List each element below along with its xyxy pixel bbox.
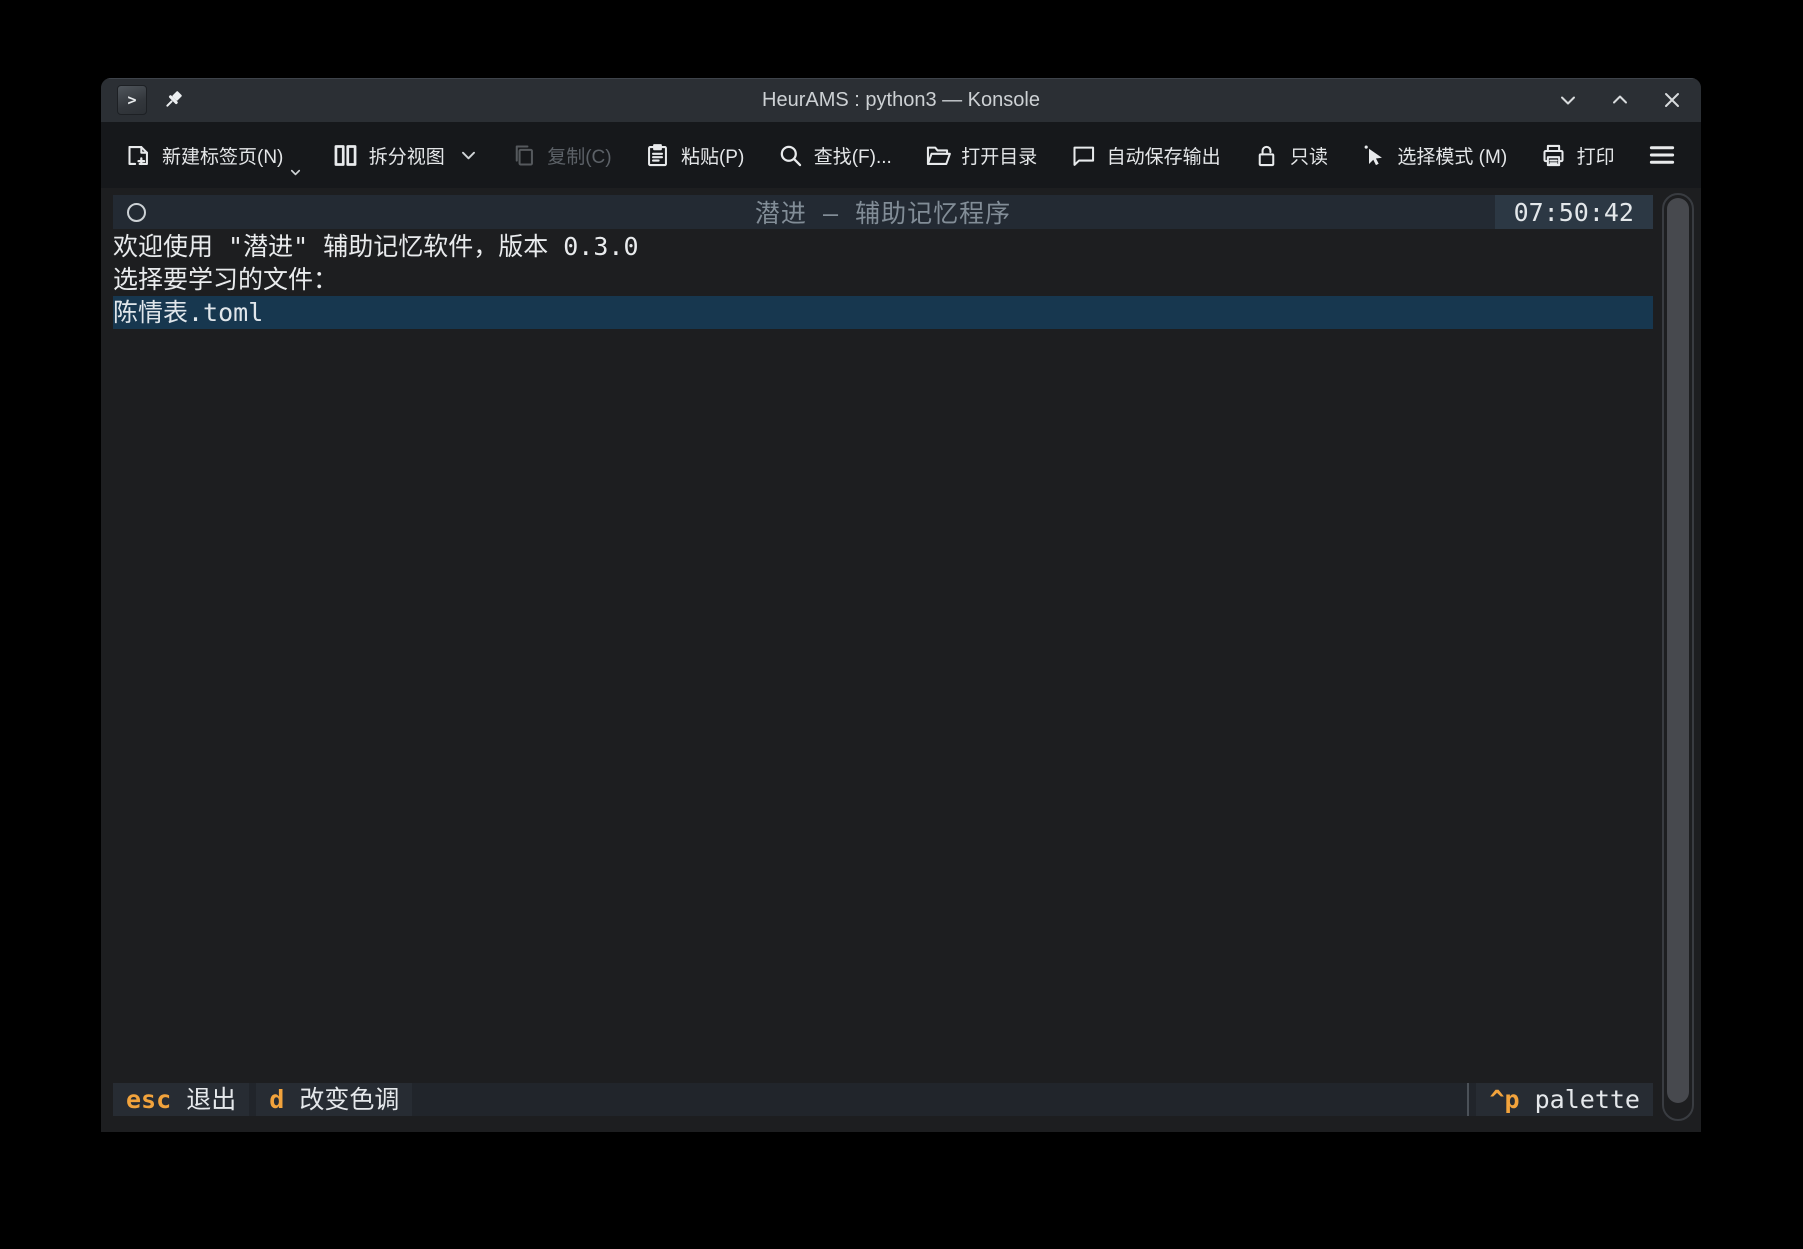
konsole-window: > HeurAMS : python3 — Konsole xyxy=(101,78,1701,1132)
new-tab-button[interactable]: 新建标签页(N) xyxy=(125,142,299,169)
footer-hint-quit[interactable]: esc 退出 xyxy=(113,1083,249,1116)
new-tab-icon xyxy=(125,142,152,169)
window-title: HeurAMS : python3 — Konsole xyxy=(101,89,1701,112)
tui-app: 潜进 – 辅助记忆程序 07:50:42 欢迎使用 "潜进" 辅助记忆软件，版本… xyxy=(113,195,1653,1116)
maximize-button[interactable] xyxy=(1607,87,1633,113)
welcome-line: 欢迎使用 "潜进" 辅助记忆软件，版本 0.3.0 xyxy=(113,230,1653,263)
print-label: 打印 xyxy=(1577,142,1615,169)
cursor-icon xyxy=(1360,142,1387,169)
scrollbar-thumb[interactable] xyxy=(1667,198,1689,1103)
split-view-button[interactable]: 拆分视图 xyxy=(332,142,478,169)
konsole-app-icon: > xyxy=(117,85,147,115)
tui-header: 潜进 – 辅助记忆程序 07:50:42 xyxy=(113,195,1653,229)
close-button[interactable] xyxy=(1659,87,1685,113)
paste-icon xyxy=(644,142,671,169)
chevron-down-icon xyxy=(459,146,478,165)
footer-divider xyxy=(1467,1083,1469,1116)
paste-button[interactable]: 粘贴(P) xyxy=(644,142,744,169)
copy-label: 复制(C) xyxy=(547,142,611,169)
hamburger-icon xyxy=(1647,140,1677,170)
tui-app-title: 潜进 – 辅助记忆程序 xyxy=(113,194,1653,230)
print-button[interactable]: 打印 xyxy=(1540,142,1615,169)
folder-icon xyxy=(924,142,951,169)
printer-icon xyxy=(1540,142,1567,169)
read-only-label: 只读 xyxy=(1290,142,1328,169)
open-directory-button[interactable]: 打开目录 xyxy=(924,142,1037,169)
select-mode-label: 选择模式 (M) xyxy=(1397,142,1507,169)
tui-clock: 07:50:42 xyxy=(1495,195,1653,229)
copy-icon xyxy=(510,142,537,169)
toolbar: 新建标签页(N) 拆分视图 xyxy=(101,122,1701,188)
paste-label: 粘贴(P) xyxy=(681,142,744,169)
find-button[interactable]: 查找(F)... xyxy=(777,142,892,169)
tui-footer: esc 退出 d 改变色调 ^p palette xyxy=(113,1083,1653,1116)
footer-hint-theme[interactable]: d 改变色调 xyxy=(256,1083,412,1116)
search-icon xyxy=(777,142,804,169)
copy-button: 复制(C) xyxy=(510,142,611,169)
pin-icon[interactable] xyxy=(161,88,185,112)
autosave-output-button[interactable]: 自动保存输出 xyxy=(1070,142,1221,169)
file-list-item-selected[interactable]: 陈情表.toml xyxy=(113,296,1653,329)
new-tab-label: 新建标签页(N) xyxy=(162,142,283,169)
scrollbar[interactable] xyxy=(1662,193,1694,1121)
select-mode-button[interactable]: 选择模式 (M) xyxy=(1360,142,1507,169)
autosave-output-label: 自动保存输出 xyxy=(1107,142,1221,169)
footer-hint-palette[interactable]: ^p palette xyxy=(1476,1083,1653,1116)
padlock-icon xyxy=(1253,142,1280,169)
minimize-button[interactable] xyxy=(1555,87,1581,113)
split-view-icon xyxy=(332,142,359,169)
terminal-view[interactable]: 潜进 – 辅助记忆程序 07:50:42 欢迎使用 "潜进" 辅助记忆软件，版本… xyxy=(101,188,1701,1132)
open-directory-label: 打开目录 xyxy=(961,142,1037,169)
find-label: 查找(F)... xyxy=(814,142,892,169)
tui-body: 欢迎使用 "潜进" 辅助记忆软件，版本 0.3.0 选择要学习的文件： 陈情表.… xyxy=(113,229,1653,1083)
chevron-down-icon[interactable] xyxy=(288,165,303,180)
split-view-label: 拆分视图 xyxy=(369,142,445,169)
read-only-button[interactable]: 只读 xyxy=(1253,142,1328,169)
prompt-line: 选择要学习的文件： xyxy=(113,263,1653,296)
menu-button[interactable] xyxy=(1647,140,1677,170)
titlebar: > HeurAMS : python3 — Konsole xyxy=(101,78,1701,122)
speech-bubble-icon xyxy=(1070,142,1097,169)
